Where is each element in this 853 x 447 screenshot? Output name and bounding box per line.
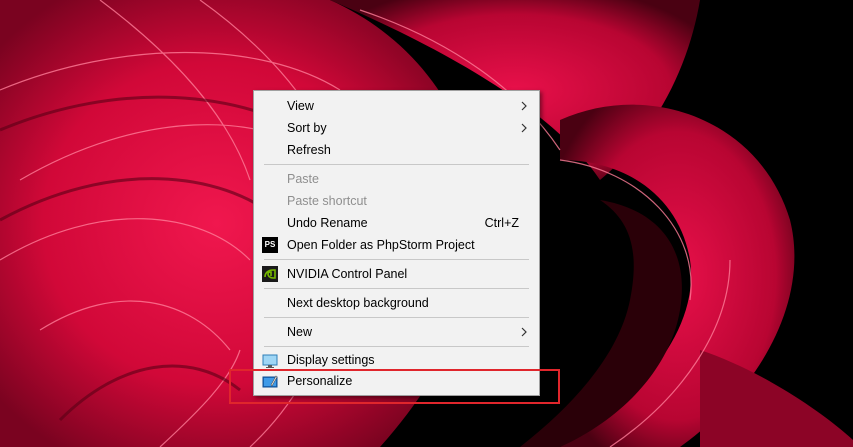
menu-item-paste[interactable]: Paste [254,168,539,190]
menu-item-paste-label: Paste [287,172,319,186]
menu-separator [264,317,529,318]
menu-item-undo-rename[interactable]: Undo Rename Ctrl+Z [254,212,539,234]
menu-item-nvidia-control-panel-label: NVIDIA Control Panel [287,267,408,281]
menu-item-paste-shortcut-label: Paste shortcut [287,194,367,208]
chevron-right-icon [521,101,527,111]
menu-item-open-folder-phpstorm[interactable]: PS Open Folder as PhpStorm Project [254,234,539,256]
display-settings-icon [262,354,278,368]
desktop[interactable]: View Sort by Refresh Paste Paste shortcu… [0,0,853,447]
nvidia-icon [262,266,278,282]
menu-item-display-settings-label: Display settings [287,353,375,367]
menu-separator [264,346,529,347]
personalize-highlight-box [229,369,560,404]
menu-item-display-settings[interactable]: Display settings [254,350,539,371]
menu-item-next-desktop-background-label: Next desktop background [287,296,429,310]
desktop-context-menu: View Sort by Refresh Paste Paste shortcu… [253,90,540,396]
menu-item-refresh-label: Refresh [287,143,331,157]
menu-separator [264,164,529,165]
menu-item-undo-rename-label: Undo Rename [287,216,368,230]
menu-item-view-label: View [287,99,314,113]
menu-item-view[interactable]: View [254,95,539,117]
chevron-right-icon [521,327,527,337]
menu-item-next-desktop-background[interactable]: Next desktop background [254,292,539,314]
menu-item-sort-by[interactable]: Sort by [254,117,539,139]
menu-item-paste-shortcut[interactable]: Paste shortcut [254,190,539,212]
phpstorm-icon: PS [262,237,278,253]
menu-item-new[interactable]: New [254,321,539,343]
menu-item-nvidia-control-panel[interactable]: NVIDIA Control Panel [254,263,539,285]
menu-item-undo-rename-shortcut: Ctrl+Z [484,216,519,230]
menu-item-open-folder-phpstorm-label: Open Folder as PhpStorm Project [287,238,475,252]
chevron-right-icon [521,123,527,133]
menu-item-sort-by-label: Sort by [287,121,327,135]
menu-separator [264,259,529,260]
menu-item-new-label: New [287,325,313,339]
menu-item-refresh[interactable]: Refresh [254,139,539,161]
menu-separator [264,288,529,289]
